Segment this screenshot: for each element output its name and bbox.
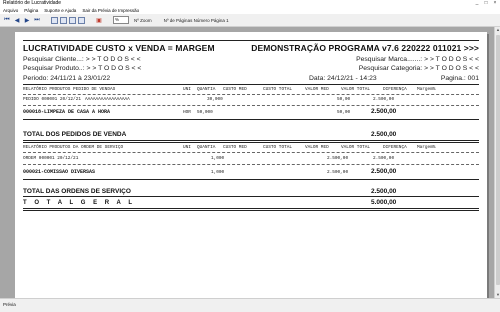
item-line-quantia: 50,000 — [197, 110, 213, 115]
col-valor-med: VALOR MED — [305, 87, 329, 92]
col-custo-total: CUSTO TOTAL — [263, 145, 292, 150]
menu-pagina[interactable]: Página — [24, 7, 38, 14]
filter-produto: Pesquisar Produto..: > > T O D O S < < — [23, 65, 142, 72]
col-diferenca: DIFERENÇA — [383, 145, 407, 150]
order-line-valor-total: 2.500,00 — [373, 156, 395, 161]
order-line-label: ORDEM 000001 20/12/21 — [23, 156, 79, 161]
page-setup-icon[interactable] — [51, 16, 58, 24]
filter-marca: Pesquisar Marca.......: > > T O D O S < … — [356, 56, 479, 63]
menu-arquivo[interactable]: Arquivo — [3, 7, 18, 14]
item-line-code: 000018-LIMPEZA DE CASA A HORA — [23, 109, 111, 115]
toolbar: ⏮ ◀ ▶ ⏭ ▣ % Nº Zoom Nº de Páginas Número… — [0, 14, 500, 27]
status-bar: Prévia — [0, 298, 500, 312]
report-page: LUCRATIVIDADE CUSTO x VENDA = MARGEM DEM… — [15, 32, 487, 298]
order-line-quantia: 30,000 — [207, 97, 223, 102]
section-vendas-header: RELATÓRIO PRODUTOS PEDIDO DE VENDAS — [23, 87, 116, 92]
preview-area[interactable]: LUCRATIVIDADE CUSTO x VENDA = MARGEM DEM… — [0, 27, 500, 298]
col-quantia: QUANTIA — [197, 145, 216, 150]
report-pagina: Pagina.: 001 — [440, 75, 479, 82]
col-margem: Margem% — [417, 87, 436, 92]
order-line-valor-med: 50,00 — [337, 97, 351, 102]
page-count-text: Nº de Páginas Número Página 1 — [163, 17, 229, 23]
col-uni: UNI — [183, 87, 191, 92]
item-line-valor-med: 2.500,00 — [327, 170, 349, 175]
report-title: LUCRATIVIDADE CUSTO x VENDA = MARGEM — [23, 43, 215, 53]
zoom-select[interactable]: % — [113, 16, 129, 24]
menu-suporte-ajuda[interactable]: Suporte e Ajuda — [44, 7, 76, 14]
top-rule — [23, 40, 479, 41]
total-servicos-label: TOTAL DAS ORDENS DE SERVIÇO — [23, 188, 131, 195]
item-line-valor-med: 50,00 — [337, 110, 351, 115]
report-periodo: Periodo: 24/11/21 à 23/01/22 — [23, 75, 111, 82]
export-icon[interactable] — [78, 16, 85, 24]
item-line-uni: HOR — [183, 110, 191, 115]
menu-bar: Arquivo Página Suporte e Ajuda Sair da P… — [0, 7, 500, 14]
window-title: Relatório de Lucratividade — [3, 0, 62, 6]
window-titlebar: Relatório de Lucratividade _ □ × — [0, 0, 500, 7]
row-rule — [23, 105, 479, 106]
item-line-valor-total: 2.500,00 — [371, 108, 397, 115]
maximize-button[interactable]: □ — [483, 0, 489, 6]
total-geral-value: 5.000,00 — [371, 199, 397, 206]
col-diferenca: DIFERENÇA — [383, 87, 407, 92]
filter-cliente: Pesquisar Cliente...: > > T O D O S < < — [23, 56, 141, 63]
print-icon[interactable] — [60, 16, 67, 24]
item-line-code: 000021-COMISSAO DIVERSAS — [23, 169, 96, 175]
minimize-button[interactable]: _ — [474, 0, 480, 6]
total-rule — [23, 196, 479, 197]
status-text: Prévia — [3, 302, 16, 307]
window-controls: _ □ × — [474, 0, 498, 7]
row-rule — [23, 119, 479, 120]
row-rule — [23, 164, 479, 165]
order-line-valor-total: 2.500,00 — [373, 97, 395, 102]
close-preview-icon[interactable]: ▣ — [95, 16, 103, 24]
close-button[interactable]: × — [492, 0, 498, 6]
vertical-scrollbar[interactable]: ▲ ▼ — [494, 27, 500, 298]
prev-page-icon[interactable]: ◀ — [13, 16, 21, 24]
order-line-valor-med: 2.500,00 — [327, 156, 349, 161]
col-custo-med: CUSTO MED — [223, 87, 247, 92]
last-page-icon[interactable]: ⏭ — [33, 16, 41, 24]
col-custo-med: CUSTO MED — [223, 145, 247, 150]
report-program-version: DEMONSTRAÇÃO PROGRAMA v7.6 220222 011021… — [251, 43, 479, 53]
save-icon[interactable] — [69, 16, 76, 24]
col-uni: UNI — [183, 145, 191, 150]
item-line-valor-total: 2.500,00 — [371, 168, 397, 175]
filter-categoria: Pesquisar Categoria: > > T O D O S < < — [358, 65, 479, 72]
total-rule — [23, 140, 479, 143]
zoom-label: Nº Zoom — [134, 17, 152, 23]
next-page-icon[interactable]: ▶ — [23, 16, 31, 24]
col-rule — [23, 94, 479, 95]
col-valor-total: VALOR TOTAL — [341, 87, 370, 92]
order-line-client: AAAAAAAAAAAAAAAAA — [85, 97, 130, 102]
geral-rule — [23, 208, 479, 211]
total-servicos-value: 2.500,00 — [371, 188, 397, 195]
header-rule — [23, 84, 479, 85]
section-servicos-header: RELATÓRIO PRODUTOS DA ORDEM DE SERVIÇO — [23, 145, 124, 150]
item-line-quantia: 1,000 — [211, 170, 225, 175]
col-quantia: QUANTIA — [197, 87, 216, 92]
report-data: Data: 24/12/21 - 14:23 — [309, 75, 377, 82]
col-valor-med: VALOR MED — [305, 145, 329, 150]
col-valor-total: VALOR TOTAL — [341, 145, 370, 150]
col-rule — [23, 152, 479, 153]
total-geral-label: T O T A L G E R A L — [23, 200, 135, 206]
total-vendas-value: 2.500,00 — [371, 131, 397, 138]
menu-sair-previa[interactable]: Sair da Prévia de Impressão — [82, 7, 139, 14]
col-margem: Margem% — [417, 145, 436, 150]
row-rule — [23, 179, 479, 180]
scrollbar-thumb[interactable] — [496, 35, 500, 285]
order-line-quantia: 1,000 — [211, 156, 225, 161]
col-custo-total: CUSTO TOTAL — [263, 87, 292, 92]
scroll-up-icon[interactable]: ▲ — [495, 27, 500, 33]
first-page-icon[interactable]: ⏮ — [3, 16, 11, 24]
order-line-label: PEDIDO 000001 20/12/21 — [23, 97, 81, 102]
total-vendas-label: TOTAL DOS PEDIDOS DE VENDA — [23, 131, 127, 138]
